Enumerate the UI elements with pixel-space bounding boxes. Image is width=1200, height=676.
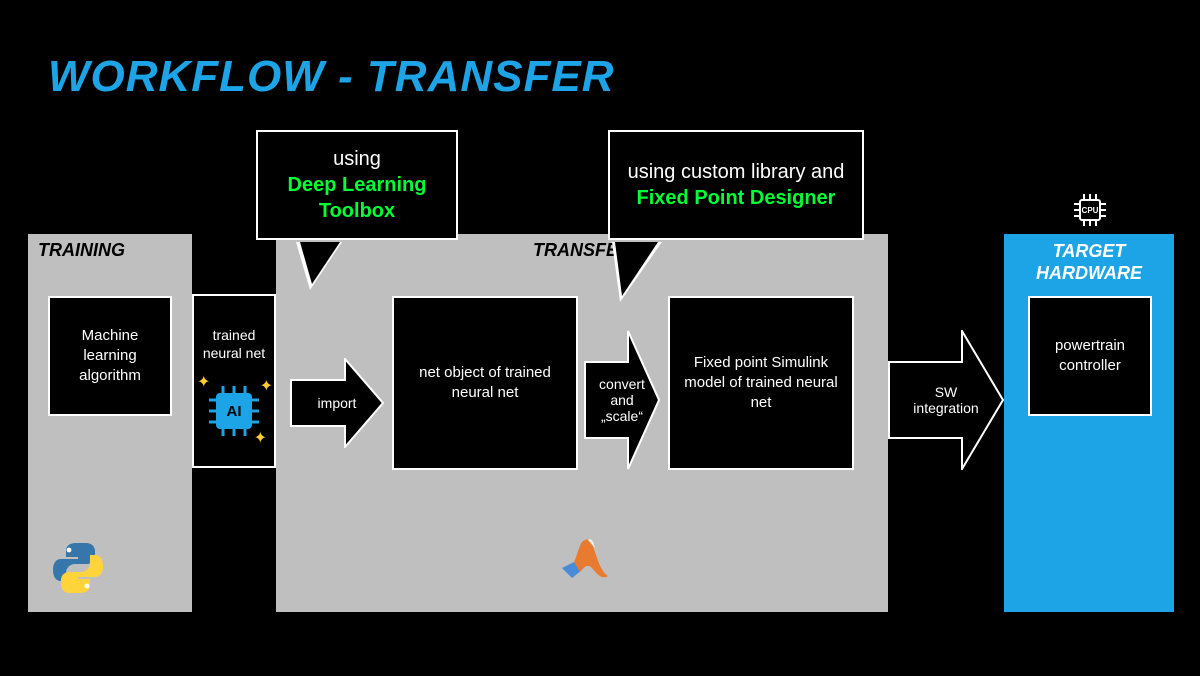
phase-label-transfer: TRANSFER: [276, 240, 888, 261]
phase-panel-target: TARGET HARDWARE: [1004, 234, 1174, 612]
svg-text:CPU: CPU: [1082, 206, 1099, 215]
cpu-chip-icon: CPU: [1072, 192, 1108, 228]
callout-tail: [615, 242, 658, 296]
ai-chip-icon: AI ✦ ✦ ✦: [205, 382, 263, 440]
callout-highlight: Fixed Point Designer: [637, 187, 836, 209]
node-fixed-point-model: Fixed point Simulink model of trained ne…: [668, 296, 854, 470]
node-powertrain-controller: powertrain controller: [1028, 296, 1152, 416]
node-ml-algorithm: Machine learning algorithm: [48, 296, 172, 416]
arrow-label: SW integration: [905, 384, 987, 416]
sparkle-icon: ✦: [260, 378, 273, 396]
callout-deep-learning-toolbox: using Deep Learning Toolbox: [256, 130, 458, 240]
matlab-logo-icon: [560, 536, 610, 586]
callout-highlight: Deep Learning Toolbox: [288, 174, 427, 222]
arrow-label: convert and „scale“: [592, 376, 652, 424]
sparkle-icon: ✦: [254, 430, 267, 448]
node-label: Fixed point Simulink model of trained ne…: [674, 353, 848, 413]
node-label: Machine learning algorithm: [54, 326, 166, 386]
python-logo-icon: [50, 540, 106, 596]
node-label: powertrain controller: [1034, 336, 1146, 376]
node-label: trained neural net: [194, 326, 274, 362]
callout-tail: [300, 242, 340, 284]
phase-label-target: TARGET HARDWARE: [1004, 240, 1174, 284]
svg-text:AI: AI: [227, 403, 242, 420]
callout-text: using: [333, 148, 381, 170]
node-trained-neural-net: trained neural net AI ✦ ✦ ✦: [192, 294, 276, 468]
arrow-label: import: [316, 395, 359, 411]
node-label: net object of trained neural net: [398, 363, 572, 403]
sparkle-icon: ✦: [197, 374, 210, 392]
callout-text: using custom library and: [628, 161, 845, 183]
node-net-object: net object of trained neural net: [392, 296, 578, 470]
callout-fixed-point-designer: using custom library and Fixed Point Des…: [608, 130, 864, 240]
arrow-convert-scale: convert and „scale“: [584, 330, 660, 470]
slide-canvas: WORKFLOW - TRANSFER TRAINING TRANSFER TA…: [0, 0, 1200, 676]
slide-title: WORKFLOW - TRANSFER: [48, 52, 614, 102]
arrow-sw-integration: SW integration: [888, 330, 1004, 470]
phase-label-training: TRAINING: [38, 240, 125, 261]
arrow-import: import: [290, 358, 384, 448]
